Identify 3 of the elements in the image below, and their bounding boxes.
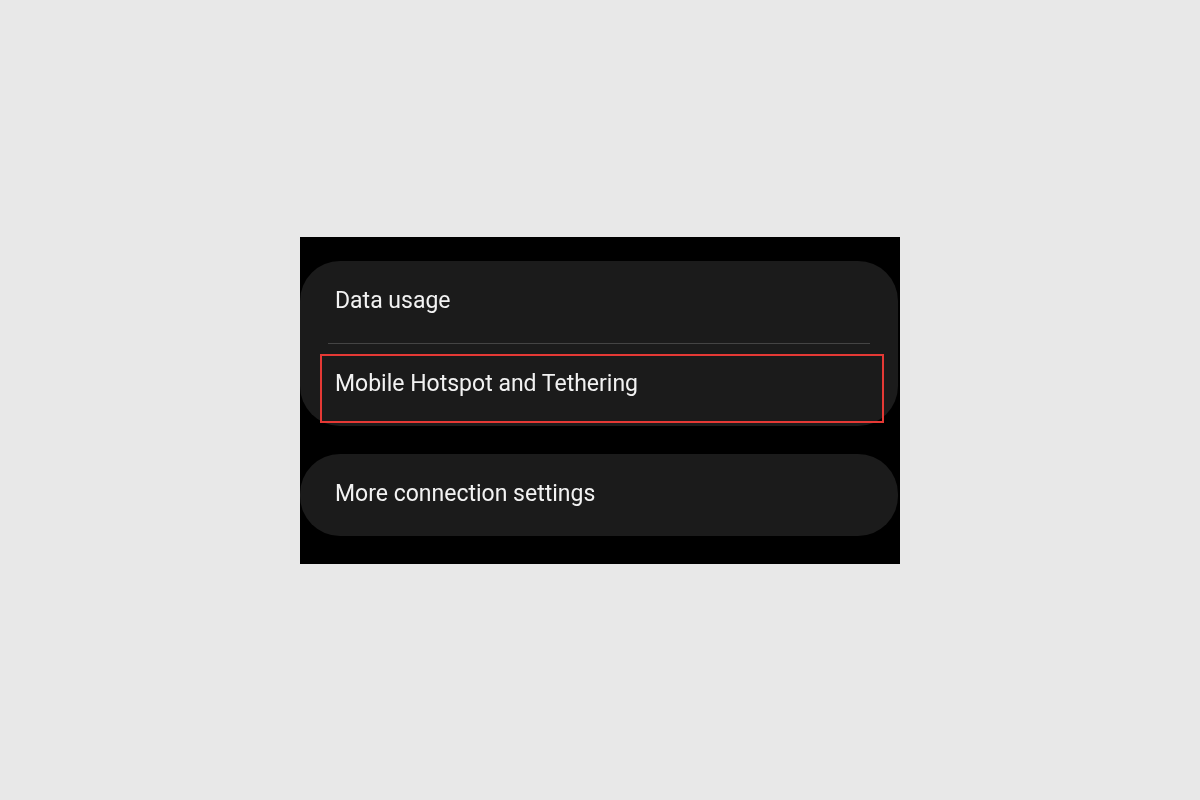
- settings-item[interactable]: Mobile Hotspot and Tethering: [335, 367, 639, 402]
- settings-item[interactable]: More connection settings: [335, 477, 596, 512]
- settings-item[interactable]: Data usage: [335, 284, 451, 319]
